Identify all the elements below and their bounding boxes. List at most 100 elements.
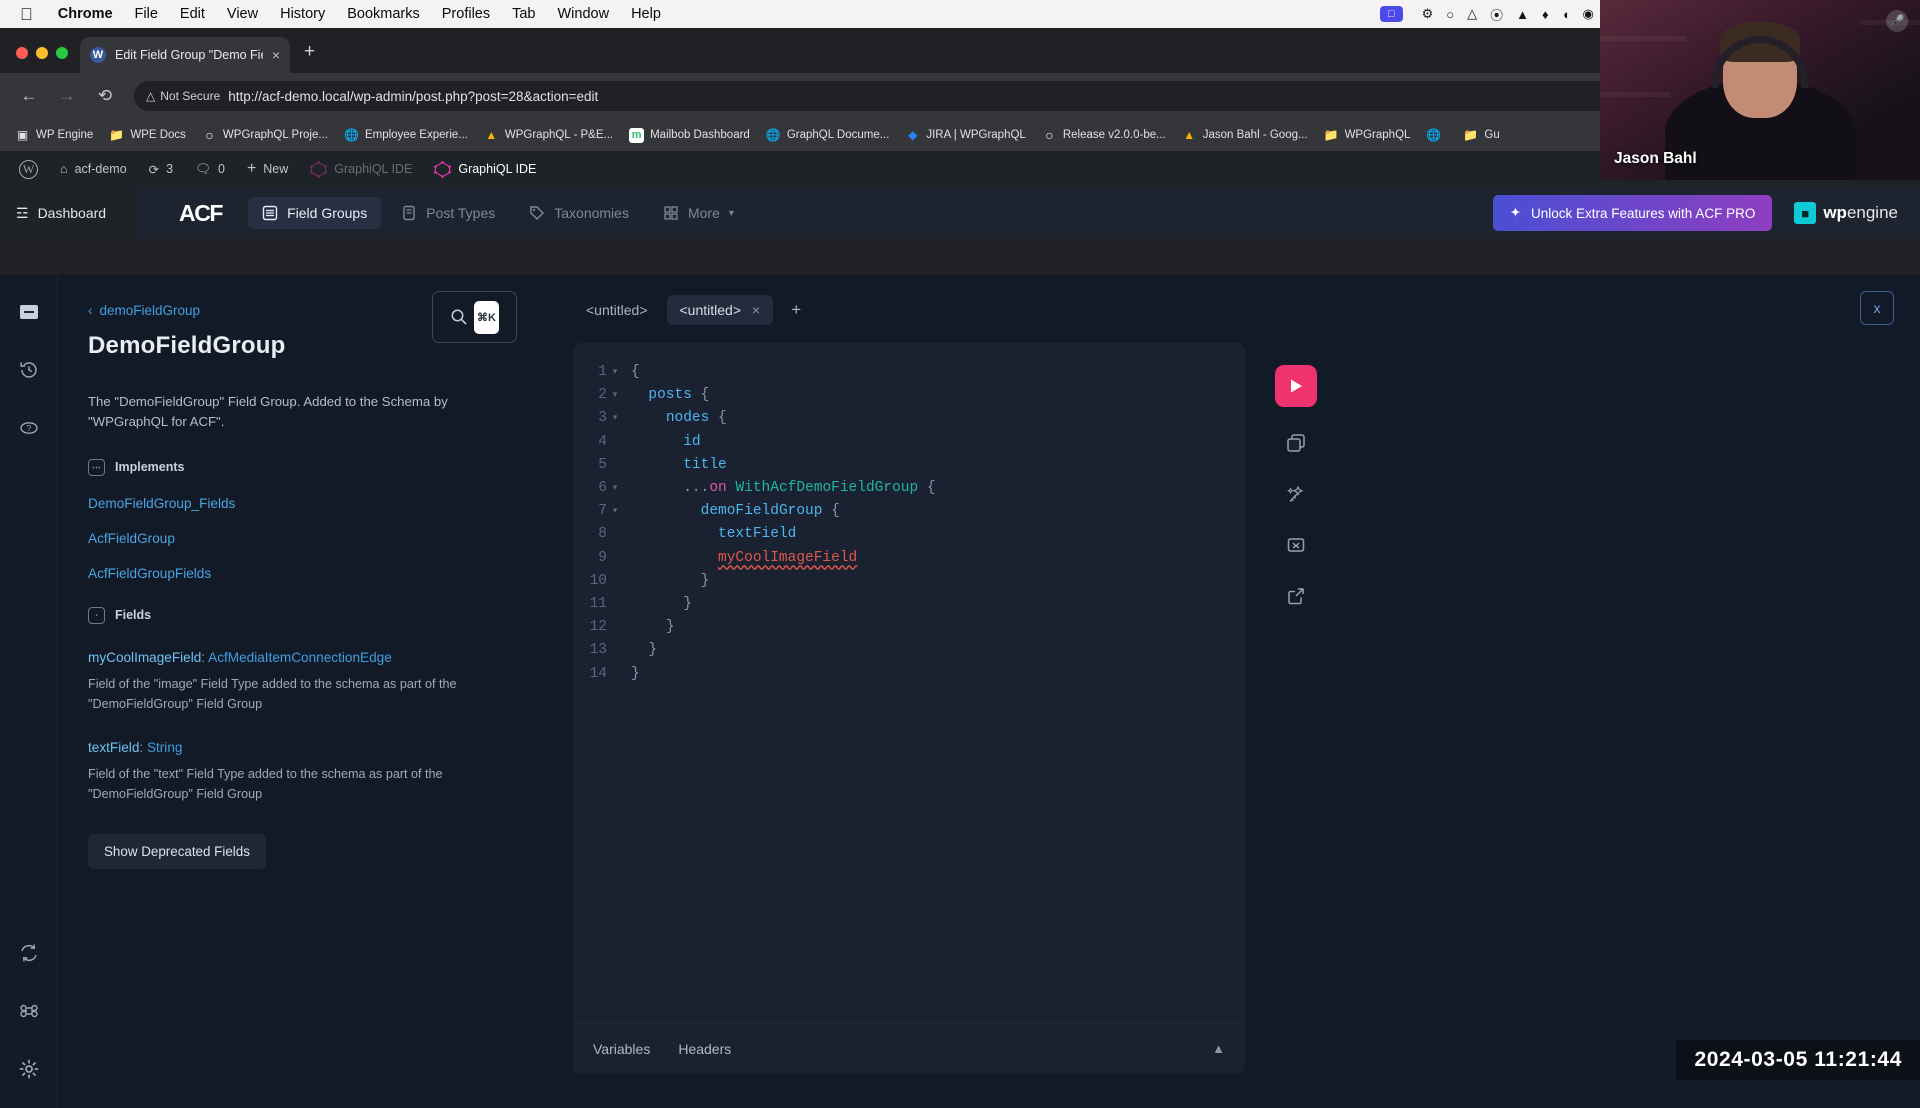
- type-description: The "DemoFieldGroup" Field Group. Added …: [88, 392, 518, 433]
- close-icon[interactable]: ×: [752, 302, 760, 318]
- bookmark-item[interactable]: ▣WP Engine: [8, 125, 100, 146]
- bookmark-item[interactable]: ◆JIRA | WPGraphQL: [898, 125, 1033, 146]
- reload-icon[interactable]: ⟲: [90, 86, 120, 106]
- bookmark-item[interactable]: 📁Gu: [1456, 125, 1506, 146]
- docs-search-button[interactable]: ⌘K: [432, 291, 517, 343]
- tab-headers[interactable]: Headers: [678, 1041, 731, 1057]
- comments-count: 0: [218, 162, 225, 176]
- fold-toggle-icon[interactable]: ▾: [607, 361, 623, 384]
- site-name-menu[interactable]: ⌂ acf-demo: [49, 151, 138, 187]
- sidebar-item-dashboard[interactable]: ☲ Dashboard: [0, 187, 135, 239]
- bookmark-item[interactable]: mMailbob Dashboard: [622, 125, 757, 146]
- tab-field-groups[interactable]: Field Groups: [248, 197, 381, 229]
- menu-item-window[interactable]: Window: [547, 6, 621, 22]
- tab-more[interactable]: More ▾: [649, 197, 748, 229]
- history-clock-icon[interactable]: [14, 355, 44, 385]
- merge-fragments-button[interactable]: [1281, 530, 1311, 560]
- camera-icon[interactable]: ◉: [1583, 6, 1594, 22]
- unlock-acf-pro-button[interactable]: ✦ Unlock Extra Features with ACF PRO: [1493, 195, 1773, 231]
- wp-logo-menu[interactable]: W: [8, 151, 49, 187]
- refresh-icon[interactable]: [14, 938, 44, 968]
- bookmark-item[interactable]: ○Release v2.0.0-be...: [1035, 125, 1173, 146]
- screen-share-icon[interactable]: □: [1380, 6, 1403, 22]
- apple-icon[interactable]: : [20, 6, 33, 23]
- comments-menu[interactable]: 🗨 0: [184, 151, 236, 187]
- show-deprecated-fields-button[interactable]: Show Deprecated Fields: [88, 834, 266, 869]
- bookmark-item[interactable]: 📁WPE Docs: [102, 125, 193, 146]
- minimize-window-button[interactable]: [36, 47, 48, 59]
- docs-icon[interactable]: [14, 297, 44, 327]
- moon-phase-icon[interactable]: ◖: [1562, 7, 1570, 22]
- menu-item-chrome[interactable]: Chrome: [47, 6, 124, 22]
- keyboard-shortcuts-icon[interactable]: [14, 996, 44, 1026]
- backup-icon[interactable]: ⚙: [1422, 6, 1434, 22]
- bookmark-item[interactable]: ○WPGraphQL Proje...: [195, 125, 335, 146]
- menu-item-edit[interactable]: Edit: [169, 6, 216, 22]
- bookmark-item[interactable]: 🌐GraphQL Docume...: [759, 125, 896, 146]
- code-token: {: [822, 503, 839, 519]
- fields-section-header[interactable]: ⋅ Fields: [88, 607, 515, 624]
- editor-tab-untitled-2[interactable]: <untitled> ×: [667, 295, 774, 325]
- field-name[interactable]: textField: [88, 740, 139, 755]
- bookmark-item[interactable]: 🌐Employee Experie...: [337, 125, 475, 146]
- menu-item-tab[interactable]: Tab: [501, 6, 546, 22]
- close-graphiql-button[interactable]: x: [1860, 291, 1894, 325]
- query-code-editor[interactable]: 1▾{2▾ posts {3▾ nodes {4 id5 title6▾ ...…: [573, 343, 1245, 1022]
- timestamp-overlay: 2024-03-05 11:21:44: [1676, 1040, 1920, 1080]
- implements-section-header[interactable]: ⋯ Implements: [88, 459, 515, 476]
- bookmark-item[interactable]: 🌐: [1419, 125, 1454, 146]
- fox-icon[interactable]: △: [1467, 6, 1477, 22]
- field-entry[interactable]: textField: String: [88, 740, 515, 755]
- menu-item-file[interactable]: File: [124, 6, 169, 22]
- security-indicator[interactable]: △ Not Secure: [146, 89, 220, 103]
- tab-post-types[interactable]: Post Types: [387, 197, 509, 229]
- execute-query-button[interactable]: [1275, 365, 1317, 407]
- bookmark-item[interactable]: 📁WPGraphQL: [1317, 125, 1418, 146]
- maximize-window-button[interactable]: [56, 47, 68, 59]
- new-tab-button[interactable]: +: [290, 41, 329, 73]
- fold-toggle-icon[interactable]: ▾: [607, 500, 623, 523]
- code-token: }: [701, 573, 710, 589]
- menu-item-history[interactable]: History: [269, 6, 336, 22]
- menu-item-view[interactable]: View: [216, 6, 269, 22]
- close-window-button[interactable]: [16, 47, 28, 59]
- microphone-icon[interactable]: 🎤: [1886, 10, 1908, 32]
- forward-arrow-icon[interactable]: →: [52, 86, 82, 106]
- graphiql-ide-menu[interactable]: GraphiQL IDE: [423, 151, 547, 187]
- close-icon[interactable]: ×: [272, 47, 280, 63]
- bookmark-item[interactable]: ▲Jason Bahl - Goog...: [1175, 125, 1315, 146]
- fold-toggle-icon[interactable]: ▾: [607, 384, 623, 407]
- browser-tab[interactable]: W Edit Field Group "Demo Field ×: [80, 37, 290, 73]
- graphiql-ide-menu-dim[interactable]: GraphiQL IDE: [299, 151, 423, 187]
- spiral-icon[interactable]: ⦿: [1490, 5, 1503, 24]
- implements-link[interactable]: AcfFieldGroupFields: [88, 566, 515, 581]
- tab-variables[interactable]: Variables: [593, 1041, 650, 1057]
- back-arrow-icon[interactable]: ←: [14, 86, 44, 106]
- chevron-up-icon[interactable]: ▲: [1212, 1041, 1225, 1056]
- dropbox-icon[interactable]: ▲: [1516, 7, 1529, 22]
- menu-item-profiles[interactable]: Profiles: [431, 6, 501, 22]
- fold-toggle-icon[interactable]: ▾: [607, 407, 623, 430]
- field-name[interactable]: myCoolImageField: [88, 650, 201, 665]
- acf-header-right: ✦ Unlock Extra Features with ACF PRO ■ w…: [1493, 187, 1920, 239]
- tab-taxonomies[interactable]: Taxonomies: [515, 197, 643, 229]
- updates-menu[interactable]: ⟳ 3: [138, 151, 184, 187]
- prettify-query-button[interactable]: [1281, 479, 1311, 509]
- circle-icon[interactable]: ○: [1446, 7, 1454, 22]
- implements-link[interactable]: DemoFieldGroup_Fields: [88, 496, 515, 511]
- open-external-button[interactable]: [1281, 581, 1311, 611]
- flame-icon[interactable]: ♦: [1542, 7, 1549, 22]
- copy-query-button[interactable]: [1281, 428, 1311, 458]
- menu-item-help[interactable]: Help: [620, 6, 672, 22]
- editor-tab-untitled-1[interactable]: <untitled>: [573, 295, 661, 325]
- field-type[interactable]: AcfMediaItemConnectionEdge: [208, 650, 392, 665]
- add-tab-button[interactable]: +: [779, 300, 813, 320]
- new-content-menu[interactable]: + New: [236, 151, 299, 187]
- fold-toggle-icon[interactable]: ▾: [607, 477, 623, 500]
- bookmark-item[interactable]: ▲WPGraphQL - P&E...: [477, 125, 620, 146]
- field-entry[interactable]: myCoolImageField: AcfMediaItemConnection…: [88, 650, 515, 665]
- menu-item-bookmarks[interactable]: Bookmarks: [336, 6, 431, 22]
- field-type[interactable]: String: [147, 740, 183, 755]
- implements-link[interactable]: AcfFieldGroup: [88, 531, 515, 546]
- help-question-icon[interactable]: ?: [14, 413, 44, 443]
